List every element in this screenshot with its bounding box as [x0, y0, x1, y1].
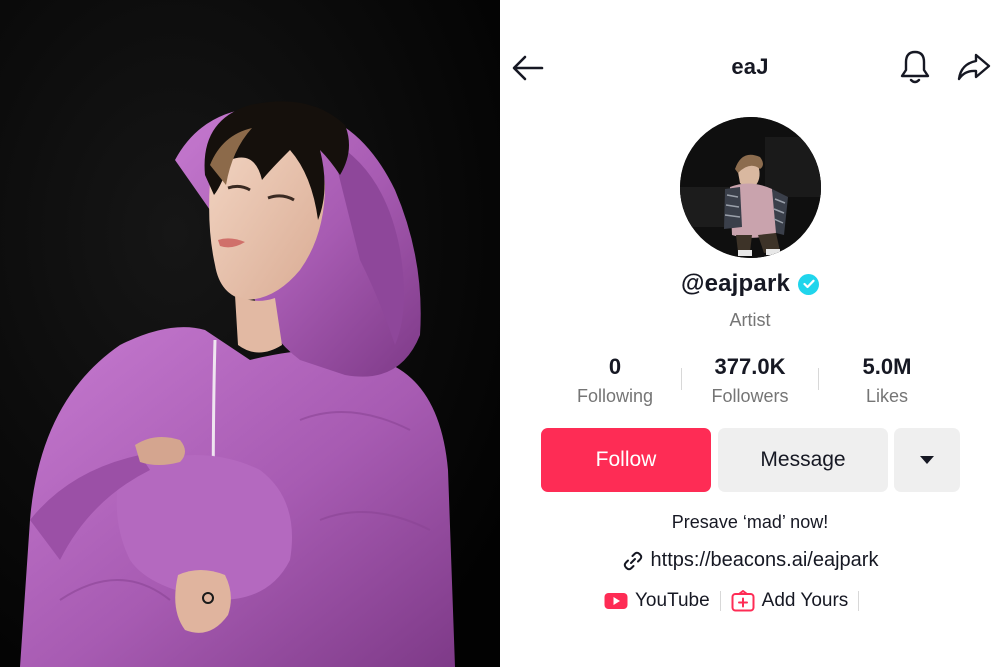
portrait-illustration [0, 0, 500, 667]
caret-down-icon [920, 456, 934, 464]
handle-row: @eajpark [500, 270, 1000, 298]
stat-value: 0 [608, 354, 622, 379]
divider [681, 368, 682, 390]
stat-following[interactable]: 0 Following [550, 352, 680, 407]
link-icon [623, 551, 642, 570]
notifications-button[interactable] [895, 46, 935, 88]
profile-panel: eaJ @eajpark Artist 0 Following 377.0K F… [500, 0, 1000, 667]
stat-value: 5.0M [862, 354, 912, 379]
bio-text: Presave ‘mad’ now! [671, 512, 829, 532]
back-button[interactable] [508, 48, 548, 88]
message-button[interactable]: Message [718, 428, 888, 492]
pill-label: YouTube [635, 590, 710, 611]
arrow-left-icon [512, 55, 544, 81]
profile-category: Artist [729, 310, 771, 330]
divider [818, 368, 819, 390]
stat-label: Likes [865, 386, 909, 406]
stat-value: 377.0K [714, 354, 786, 379]
follow-button[interactable]: Follow [541, 428, 711, 492]
stats-row: 0 Following 377.0K Followers 5.0M Likes [555, 352, 975, 412]
verified-check-icon [798, 273, 820, 295]
pill-label: Add Yours [761, 590, 849, 611]
youtube-icon [604, 593, 628, 609]
youtube-pill[interactable]: YouTube [604, 590, 710, 612]
page-title: eaJ [731, 54, 769, 79]
divider [858, 591, 860, 611]
add-yours-icon [731, 590, 755, 612]
profile-pills: YouTube Add Yours [604, 587, 869, 615]
stat-label: Following [576, 386, 654, 406]
bio-link-text[interactable]: https://beacons.ai/eajpark [651, 549, 879, 572]
stat-likes[interactable]: 5.0M Likes [822, 352, 952, 407]
share-arrow-icon [957, 53, 991, 81]
share-button[interactable] [952, 46, 996, 88]
stat-followers[interactable]: 377.0K Followers [685, 352, 815, 407]
divider [719, 591, 721, 611]
add-yours-pill[interactable]: Add Yours [731, 590, 849, 612]
avatar-image [680, 117, 821, 258]
avatar[interactable] [680, 117, 821, 258]
profile-photo [0, 0, 500, 667]
bell-icon [900, 50, 930, 84]
username-handle: @eajpark [680, 270, 791, 297]
stat-label: Followers [711, 386, 789, 406]
more-options-button[interactable] [894, 428, 960, 492]
bio-link[interactable]: https://beacons.ai/eajpark [500, 549, 1000, 572]
